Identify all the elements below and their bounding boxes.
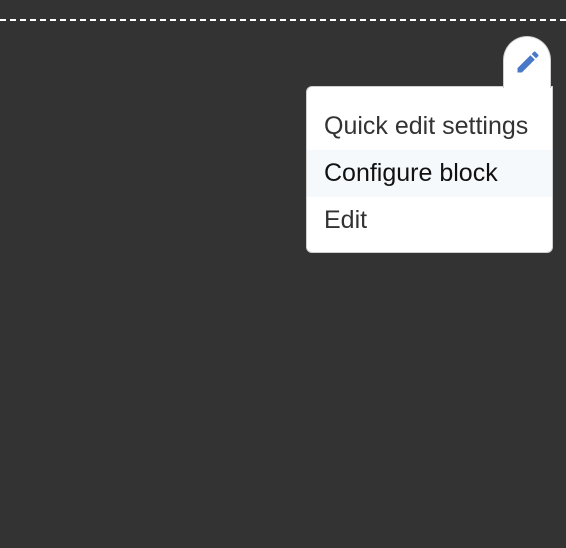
edit-link[interactable]: Edit	[307, 197, 552, 244]
page-region: Quick edit settings Configure block Edit	[0, 0, 566, 548]
configure-block-link[interactable]: Configure block	[307, 150, 552, 197]
contextual-links-menu: Quick edit settings Configure block Edit	[306, 86, 553, 253]
region-divider	[0, 19, 566, 21]
pencil-icon	[517, 51, 539, 73]
contextual-links-button[interactable]	[503, 36, 551, 88]
quick-edit-settings-link[interactable]: Quick edit settings	[307, 103, 552, 150]
